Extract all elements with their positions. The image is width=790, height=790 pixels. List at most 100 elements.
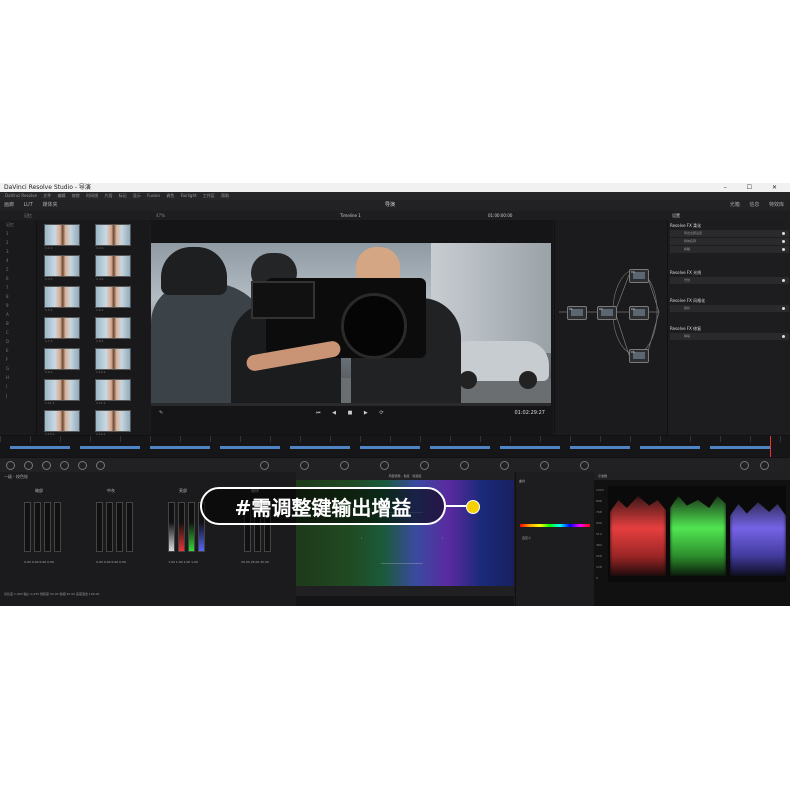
album-item[interactable]: 4 <box>0 256 36 265</box>
curves-icon[interactable] <box>260 461 269 470</box>
menu-item[interactable]: 调色 <box>166 193 174 198</box>
menu-item[interactable]: 文件 <box>43 193 51 198</box>
hdr-wheels-icon[interactable] <box>60 461 69 470</box>
key-icon[interactable] <box>540 461 549 470</box>
still-thumbnail[interactable]: 1.4.1 <box>95 255 131 281</box>
playhead[interactable] <box>770 436 771 458</box>
keyframes-icon[interactable] <box>760 461 769 470</box>
album-item[interactable]: 1 <box>0 229 36 238</box>
skip-start-button[interactable]: ⏮ <box>316 410 326 416</box>
fx-row[interactable]: 特效名称 <box>670 238 789 245</box>
album-item[interactable]: C <box>0 328 36 337</box>
fx-section-title[interactable]: Resolve FX 柔化 <box>670 223 789 229</box>
timeline-ruler[interactable] <box>0 436 790 442</box>
menu-item[interactable]: 帮助 <box>221 193 229 198</box>
lift-b-bar[interactable] <box>54 502 61 552</box>
album-item[interactable]: E <box>0 346 36 355</box>
still-thumbnail[interactable]: 1.11.1 <box>44 379 80 405</box>
still-thumbnail[interactable]: 1.6.1 <box>95 286 131 312</box>
effects-library-button[interactable]: 特效库 <box>769 202 784 208</box>
stop-button[interactable]: ■ <box>348 410 358 416</box>
album-item[interactable]: 记忆 <box>0 220 36 229</box>
gamma-y-bar[interactable] <box>96 502 103 552</box>
lut-toggle-button[interactable]: LUT <box>24 202 33 208</box>
rgb-mixer-icon[interactable] <box>78 461 87 470</box>
still-thumbnail[interactable]: 1.3.1 <box>44 255 80 281</box>
lift-values[interactable]: 0.00 0.00 0.00 0.00 <box>10 560 68 564</box>
timeline-selector[interactable]: Timeline 1 <box>340 211 361 220</box>
menu-item[interactable]: 编辑 <box>58 193 66 198</box>
album-item[interactable]: 2 <box>0 238 36 247</box>
album-item[interactable]: 8 <box>0 292 36 301</box>
viewer-zoom[interactable]: 47% <box>156 211 165 220</box>
gain-r-bar[interactable] <box>178 502 185 552</box>
lift-y-bar[interactable] <box>24 502 31 552</box>
still-thumbnail[interactable]: 1.2.1 <box>95 224 131 250</box>
camera-raw-icon[interactable] <box>6 461 15 470</box>
menu-item[interactable]: DaVinci Resolve <box>5 193 37 198</box>
gain-g-bar[interactable] <box>188 502 195 552</box>
magic-mask-icon[interactable] <box>460 461 469 470</box>
blur-icon[interactable] <box>500 461 509 470</box>
menu-item[interactable]: 时间线 <box>86 193 98 198</box>
fx-section-title[interactable]: Resolve FX 风格化 <box>670 298 789 304</box>
menu-item[interactable]: 工作区 <box>203 193 215 198</box>
fx-section-title[interactable]: Resolve FX 光线 <box>670 270 789 276</box>
motion-effects-icon[interactable] <box>96 461 105 470</box>
still-thumbnail[interactable]: 1.1.1 <box>44 224 80 250</box>
album-item[interactable]: B <box>0 319 36 328</box>
still-thumbnail[interactable]: 1.10.1 <box>95 348 131 374</box>
still-thumbnail[interactable]: 1.12.1 <box>95 379 131 405</box>
album-item[interactable]: 7 <box>0 283 36 292</box>
gallery-album-label[interactable]: 记忆 <box>24 211 32 220</box>
fx-row[interactable]: 锐化 <box>670 305 789 312</box>
album-item[interactable]: I <box>0 382 36 391</box>
gain-values[interactable]: 1.00 1.00 1.00 1.00 <box>154 560 212 564</box>
menu-item[interactable]: 片段 <box>104 193 112 198</box>
gallery-toggle-button[interactable]: 画廊 <box>4 202 14 208</box>
gamma-b-bar[interactable] <box>126 502 133 552</box>
lift-g-bar[interactable] <box>44 502 51 552</box>
album-item[interactable]: 6 <box>0 274 36 283</box>
viewer-scrubber[interactable] <box>151 403 551 406</box>
album-item[interactable]: A <box>0 310 36 319</box>
album-item[interactable]: H <box>0 373 36 382</box>
window-controls[interactable]: – ☐ ✕ <box>724 183 786 192</box>
window-icon[interactable] <box>380 461 389 470</box>
color-warper-icon[interactable] <box>300 461 309 470</box>
menu-item[interactable]: 显示 <box>133 193 141 198</box>
pen-icon[interactable]: ✎ <box>159 410 163 416</box>
mini-timeline[interactable] <box>0 435 790 458</box>
still-thumbnail[interactable]: 1.5.1 <box>44 286 80 312</box>
timeline-clips[interactable] <box>10 446 780 449</box>
fx-row[interactable]: 模糊 <box>670 246 789 253</box>
menu-item[interactable]: 修剪 <box>72 193 80 198</box>
node[interactable]: 01 <box>567 306 587 320</box>
still-thumbnail[interactable]: 1.9.1 <box>44 348 80 374</box>
menu-item[interactable]: Fusion <box>147 193 160 198</box>
still-thumbnail[interactable]: 1.13.1 <box>44 410 80 436</box>
fx-row[interactable]: 光线 <box>670 277 789 284</box>
still-thumbnail[interactable]: 1.14.1 <box>95 410 131 436</box>
gain-y-bar[interactable] <box>168 502 175 552</box>
gamma-g-bar[interactable] <box>116 502 123 552</box>
fx-row[interactable]: 导出全部设置 <box>670 230 789 237</box>
lightbox-button[interactable]: 光箱 <box>730 202 740 208</box>
node[interactable]: 02 <box>597 306 617 320</box>
still-thumbnail[interactable]: 1.7.1 <box>44 317 80 343</box>
video-frame[interactable] <box>151 243 551 403</box>
loop-button[interactable]: ⟳ <box>379 410 388 416</box>
gamma-r-bar[interactable] <box>106 502 113 552</box>
hue-strip[interactable] <box>520 524 590 527</box>
curves-mode-label[interactable]: 自定义 <box>522 536 531 540</box>
album-item[interactable]: F <box>0 355 36 364</box>
album-item[interactable]: J <box>0 391 36 400</box>
offset-values[interactable]: 25.00 25.00 25.00 <box>226 560 284 564</box>
gamma-values[interactable]: 0.00 0.00 0.00 0.00 <box>82 560 140 564</box>
qualifier-icon[interactable] <box>340 461 349 470</box>
fx-row[interactable]: 降噪 <box>670 333 789 340</box>
color-match-icon[interactable] <box>24 461 33 470</box>
color-wheels-icon[interactable] <box>42 461 51 470</box>
media-pool-toggle-button[interactable]: 媒体夹 <box>42 202 57 208</box>
play-button[interactable]: ▶ <box>364 410 373 416</box>
